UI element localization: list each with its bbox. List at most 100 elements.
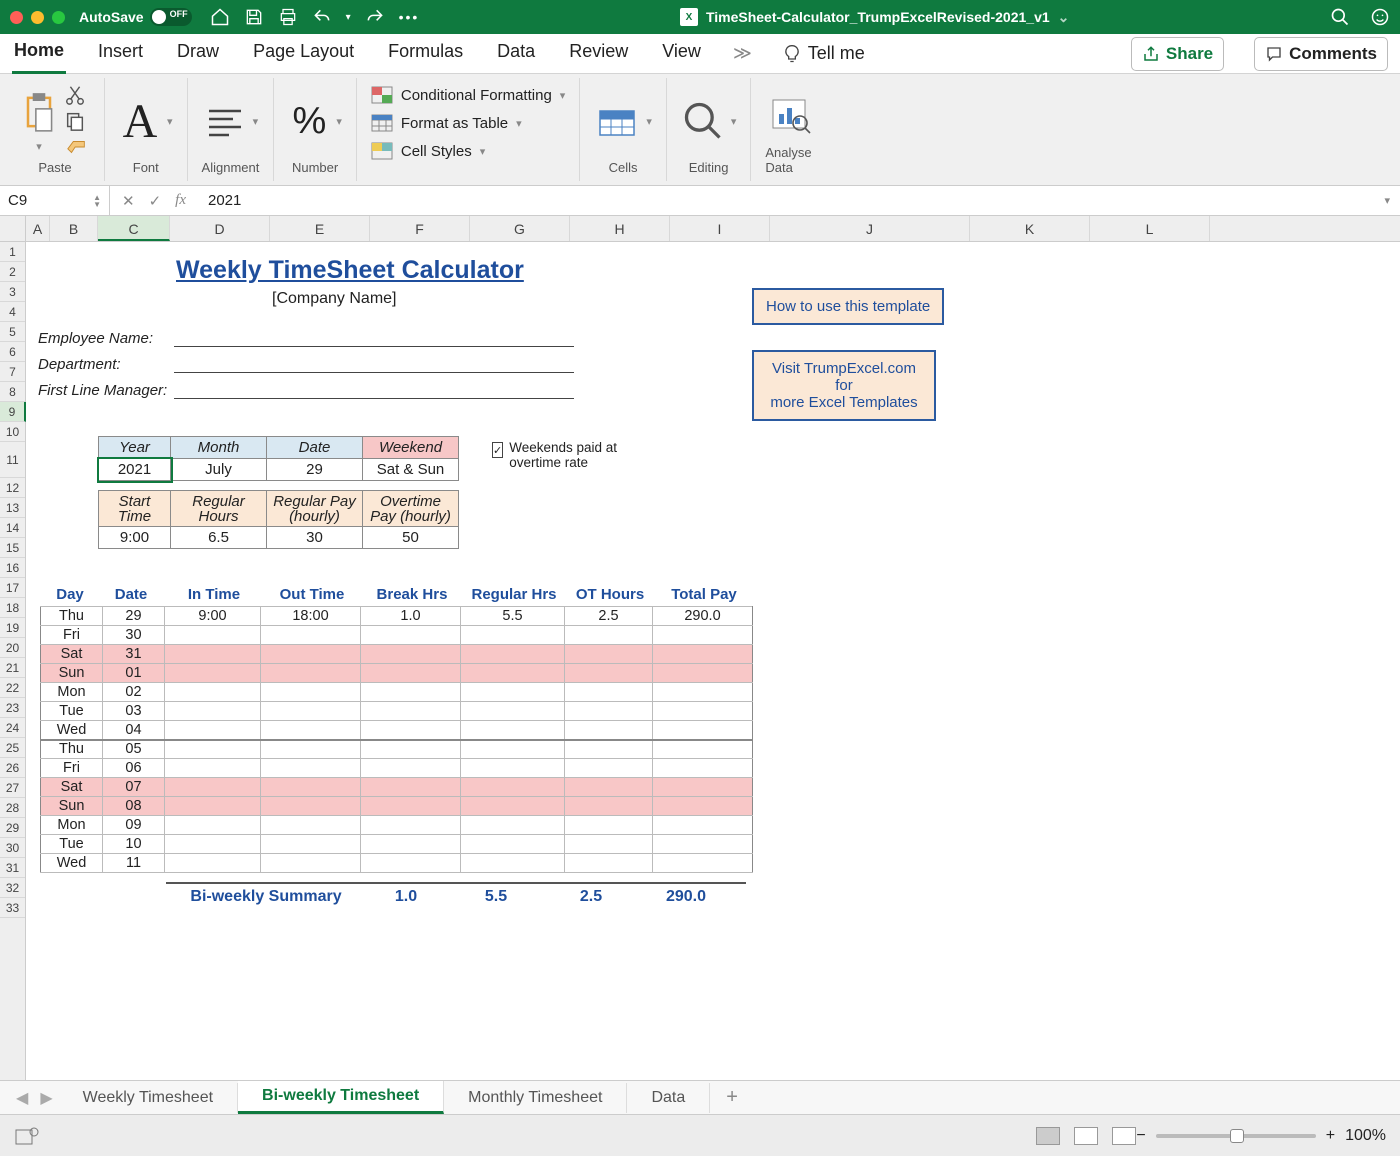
- row-header[interactable]: 2: [0, 262, 25, 282]
- cell[interactable]: [165, 664, 261, 683]
- chevron-down-icon[interactable]: ⌄: [1058, 9, 1070, 26]
- cell[interactable]: [361, 778, 461, 797]
- table-row[interactable]: Sun08: [41, 797, 753, 816]
- cell[interactable]: [653, 759, 753, 778]
- cell[interactable]: [461, 721, 565, 740]
- cell[interactable]: [165, 683, 261, 702]
- chevron-down-icon[interactable]: ▾: [36, 140, 42, 153]
- cell[interactable]: Mon: [41, 683, 103, 702]
- undo-icon[interactable]: [312, 7, 332, 27]
- table-row[interactable]: Sat31: [41, 645, 753, 664]
- cell[interactable]: [261, 683, 361, 702]
- row-header[interactable]: 5: [0, 322, 25, 342]
- cell[interactable]: [565, 721, 653, 740]
- department-input-line[interactable]: [174, 372, 574, 373]
- cell[interactable]: [261, 702, 361, 721]
- format-painter-icon[interactable]: [64, 136, 90, 158]
- cell[interactable]: [653, 626, 753, 645]
- cell[interactable]: 02: [103, 683, 165, 702]
- font-icon[interactable]: A: [119, 100, 161, 142]
- tab-home[interactable]: Home: [12, 34, 66, 74]
- chevron-down-icon[interactable]: ▾: [336, 115, 342, 128]
- tell-me[interactable]: Tell me: [782, 43, 865, 64]
- cell[interactable]: [565, 702, 653, 721]
- row-header[interactable]: 1: [0, 242, 25, 262]
- row-header[interactable]: 27: [0, 778, 25, 798]
- row-header[interactable]: 33: [0, 898, 25, 918]
- row-header[interactable]: 30: [0, 838, 25, 858]
- cell[interactable]: [461, 759, 565, 778]
- cell[interactable]: [461, 797, 565, 816]
- print-icon[interactable]: [278, 7, 298, 27]
- cell[interactable]: [261, 721, 361, 740]
- sheet-tab[interactable]: Data: [627, 1083, 710, 1113]
- cell[interactable]: 08: [103, 797, 165, 816]
- analyse-icon[interactable]: [767, 92, 811, 136]
- date-cell[interactable]: 29: [267, 459, 363, 481]
- row-header[interactable]: 12: [0, 478, 25, 498]
- cell[interactable]: [261, 854, 361, 873]
- row-header[interactable]: 24: [0, 718, 25, 738]
- percent-icon[interactable]: %: [288, 100, 330, 142]
- year-cell[interactable]: 2021: [99, 459, 171, 481]
- cell[interactable]: [653, 854, 753, 873]
- more-tabs-icon[interactable]: ≫: [733, 43, 752, 64]
- cell[interactable]: 04: [103, 721, 165, 740]
- row-header[interactable]: 13: [0, 498, 25, 518]
- cell[interactable]: 1.0: [361, 607, 461, 626]
- cell[interactable]: [361, 797, 461, 816]
- cell[interactable]: 01: [103, 664, 165, 683]
- cell[interactable]: [165, 778, 261, 797]
- cell[interactable]: 09: [103, 816, 165, 835]
- table-row[interactable]: Mon09: [41, 816, 753, 835]
- row-header[interactable]: 25: [0, 738, 25, 758]
- start-time-cell[interactable]: 9:00: [99, 527, 171, 549]
- cell[interactable]: 05: [103, 740, 165, 759]
- col-header[interactable]: H: [570, 216, 670, 241]
- conditional-formatting-button[interactable]: Conditional Formatting▾: [371, 86, 565, 104]
- sheet-nav-next-icon[interactable]: ▶: [34, 1088, 58, 1108]
- tab-page-layout[interactable]: Page Layout: [251, 35, 356, 72]
- tab-formulas[interactable]: Formulas: [386, 35, 465, 72]
- macro-record-icon[interactable]: [14, 1126, 40, 1146]
- row-header[interactable]: 19: [0, 618, 25, 638]
- cell[interactable]: [565, 778, 653, 797]
- cell[interactable]: 30: [103, 626, 165, 645]
- cell[interactable]: [653, 645, 753, 664]
- cut-icon[interactable]: [64, 84, 86, 106]
- cell[interactable]: [361, 740, 461, 759]
- sheet-tab[interactable]: Weekly Timesheet: [59, 1083, 238, 1113]
- col-header[interactable]: K: [970, 216, 1090, 241]
- row-header[interactable]: 14: [0, 518, 25, 538]
- cell[interactable]: [461, 664, 565, 683]
- zoom-out-button[interactable]: −: [1136, 1127, 1145, 1145]
- row-header[interactable]: 31: [0, 858, 25, 878]
- col-header[interactable]: L: [1090, 216, 1210, 241]
- table-row[interactable]: Mon02: [41, 683, 753, 702]
- more-icon[interactable]: •••: [399, 9, 420, 25]
- col-header[interactable]: C: [98, 216, 170, 241]
- cell[interactable]: Sat: [41, 645, 103, 664]
- cell[interactable]: Sat: [41, 778, 103, 797]
- cell[interactable]: [361, 645, 461, 664]
- cell[interactable]: [165, 835, 261, 854]
- cell[interactable]: [565, 816, 653, 835]
- cell[interactable]: Thu: [41, 740, 103, 759]
- cell[interactable]: [261, 664, 361, 683]
- cell[interactable]: [361, 816, 461, 835]
- table-row[interactable]: Fri06: [41, 759, 753, 778]
- cell[interactable]: Mon: [41, 816, 103, 835]
- table-row[interactable]: Fri30: [41, 626, 753, 645]
- zoom-in-button[interactable]: +: [1326, 1127, 1335, 1145]
- row-header[interactable]: 7: [0, 362, 25, 382]
- page-layout-view-icon[interactable]: [1074, 1127, 1098, 1145]
- cell[interactable]: Thu: [41, 607, 103, 626]
- cell[interactable]: [361, 664, 461, 683]
- cell[interactable]: [165, 816, 261, 835]
- cell[interactable]: [461, 645, 565, 664]
- cell[interactable]: [165, 645, 261, 664]
- cell[interactable]: [653, 740, 753, 759]
- cells-icon[interactable]: [594, 101, 640, 141]
- table-row[interactable]: Thu299:0018:001.05.52.5290.0: [41, 607, 753, 626]
- cell-styles-button[interactable]: Cell Styles▾: [371, 142, 565, 160]
